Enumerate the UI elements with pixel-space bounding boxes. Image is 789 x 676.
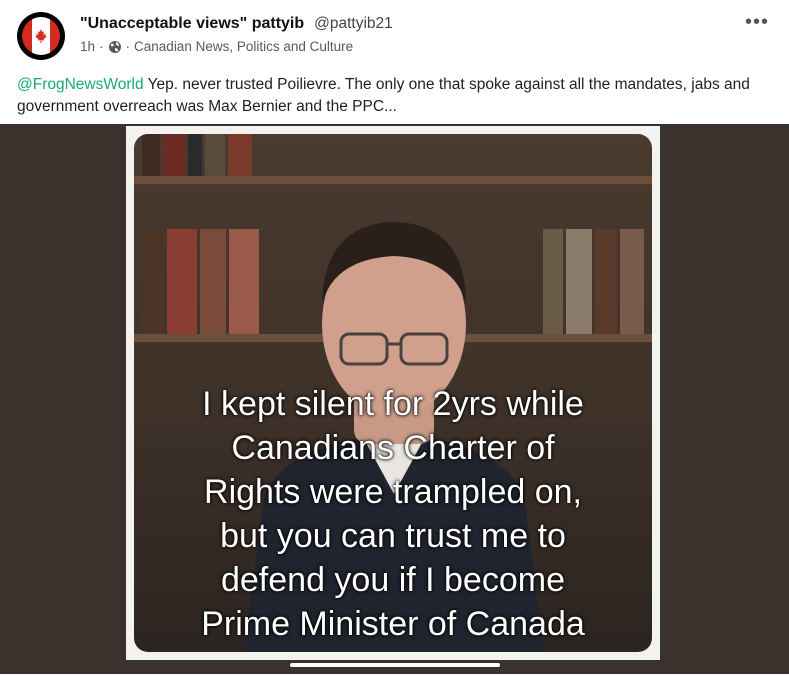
caption-line: defend you if I become (220, 561, 565, 599)
meme-image: I kept silent for 2yrs while Canadians C… (126, 126, 660, 660)
mention-link[interactable]: @FrogNewsWorld (17, 76, 144, 93)
meme-caption: I kept silent for 2yrs while Canadians C… (152, 382, 634, 646)
more-options-button[interactable]: ••• (744, 11, 769, 33)
meta-separator: · (125, 39, 131, 54)
avatar[interactable] (17, 12, 65, 60)
caption-line: I kept silent for 2yrs while (202, 385, 584, 423)
community-link[interactable]: Canadian News, Politics and Culture (134, 39, 353, 54)
post-time[interactable]: 1h (80, 39, 95, 54)
display-name[interactable]: "Unacceptable views" pattyib (80, 15, 304, 33)
scroll-indicator[interactable] (290, 663, 500, 667)
post-media[interactable]: I kept silent for 2yrs while Canadians C… (0, 124, 789, 674)
meta-separator: · (99, 39, 104, 54)
meme-photo: I kept silent for 2yrs while Canadians C… (134, 134, 652, 652)
globe-icon (108, 40, 122, 54)
canada-flag-icon (22, 17, 60, 55)
post-card: "Unacceptable views" pattyib @pattyib21 … (0, 0, 789, 676)
post-text: @FrogNewsWorld Yep. never trusted Poilie… (17, 74, 777, 118)
user-handle[interactable]: @pattyib21 (314, 15, 393, 33)
caption-line: but you can trust me to (220, 517, 566, 555)
post-header: "Unacceptable views" pattyib @pattyib21 … (80, 15, 729, 54)
more-horizontal-icon: ••• (744, 11, 769, 33)
caption-line: Rights were trampled on, (204, 473, 582, 511)
caption-line: Canadians Charter of (231, 429, 555, 467)
caption-line: Prime Minister of Canada (201, 605, 585, 643)
